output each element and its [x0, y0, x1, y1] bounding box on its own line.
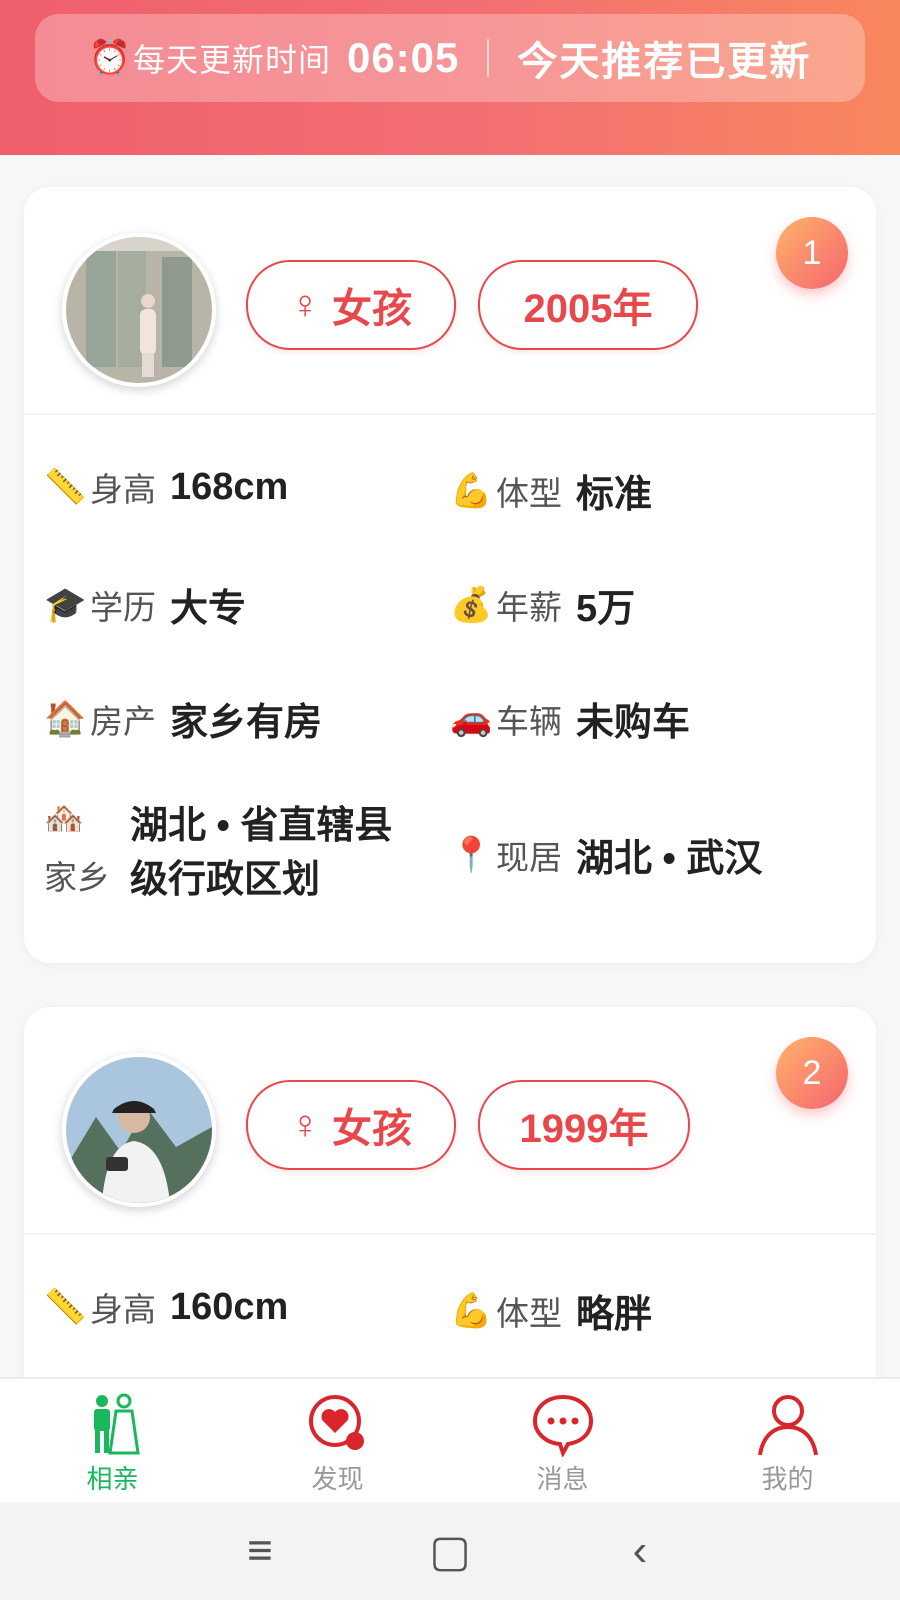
tab-label: 消息: [536, 1464, 589, 1494]
divider: [487, 39, 490, 77]
body-type-field: 💪 体型 标准: [450, 463, 652, 518]
body-type-label: 体型: [496, 474, 562, 512]
body-type-value: 标准: [576, 474, 653, 516]
card-header: ♀ 女孩 1999年 2: [24, 1007, 876, 1235]
birth-year-label: 1999年: [519, 1107, 649, 1151]
hometown-field: 🏘️ 家乡 湖北 • 省直辖县级行政区划: [44, 799, 430, 907]
hometown-label: 家乡: [44, 859, 110, 896]
residence-field: 📍 现居 湖北 • 武汉: [450, 827, 762, 882]
gender-label: 女孩: [332, 1107, 412, 1151]
hometown-key: 🏘️ 家乡: [44, 799, 130, 899]
height-label: 身高: [90, 1291, 156, 1328]
height-label: 身高: [90, 471, 156, 508]
recommendation-feed[interactable]: ♀ 女孩 2005年 1 📏 身高 168cm 💪 体型 标准 🎓 学历 大专 …: [0, 155, 900, 1377]
residence-value: 湖北 • 武汉: [576, 838, 763, 880]
houses-icon: 🏘️: [44, 800, 84, 836]
height-value: 168cm: [170, 465, 289, 508]
height-field: 📏 身高 168cm: [44, 463, 288, 511]
tab-matchmaking[interactable]: 相亲: [0, 1379, 225, 1504]
tab-label: 我的: [761, 1464, 814, 1494]
location-pin-icon: 📍: [450, 835, 493, 874]
height-value: 160cm: [170, 1285, 289, 1328]
avatar-photo: [66, 1057, 212, 1203]
tab-messages[interactable]: 消息: [450, 1379, 675, 1504]
profile-card[interactable]: ♀ 女孩 1999年 2 📏 身高 160cm 💪 体型 略胖: [24, 1007, 876, 1377]
money-bag-icon: 💰: [450, 585, 493, 624]
birth-year-chip: 1999年: [478, 1080, 690, 1170]
gender-chip: ♀ 女孩: [246, 1080, 456, 1170]
education-field: 🎓 学历 大专: [44, 577, 246, 632]
header-band: ⏰ 每天更新时间 06:05 今天推荐已更新: [0, 0, 900, 155]
couple-icon: [93, 1393, 140, 1455]
avatar-photo: [66, 237, 212, 383]
rank-badge: 1: [776, 217, 848, 289]
education-label: 学历: [90, 588, 156, 626]
home-icon[interactable]: ▢: [420, 1526, 480, 1577]
muscle-icon: 💪: [450, 1291, 493, 1330]
female-icon: ♀: [290, 1102, 320, 1147]
gender-label: 女孩: [332, 287, 412, 331]
height-field: 📏 身高 160cm: [44, 1283, 288, 1331]
salary-field: 💰 年薪 5万: [450, 577, 635, 632]
property-field: 🏠 房产 家乡有房: [44, 691, 322, 746]
update-status: 今天推荐已更新: [517, 40, 812, 84]
vehicle-value: 未购车: [576, 702, 691, 744]
card-header: ♀ 女孩 2005年 1: [24, 187, 876, 415]
hometown-value: 湖北 • 省直辖县级行政区划: [130, 805, 393, 901]
tab-label: 发现: [311, 1464, 364, 1494]
salary-label: 年薪: [496, 588, 562, 626]
profile-card[interactable]: ♀ 女孩 2005年 1 📏 身高 168cm 💪 体型 标准 🎓 学历 大专 …: [24, 187, 876, 963]
female-icon: ♀: [290, 282, 320, 327]
body-type-value: 略胖: [576, 1294, 653, 1336]
ruler-icon: 📏: [44, 468, 87, 506]
body-type-label: 体型: [496, 1294, 562, 1332]
back-icon[interactable]: ‹: [610, 1526, 670, 1576]
vehicle-field: 🚗 车辆 未购车: [450, 691, 690, 746]
system-navigation-bar: ≡ ▢ ‹: [0, 1502, 900, 1600]
body-type-field: 💪 体型 略胖: [450, 1283, 652, 1338]
muscle-icon: 💪: [450, 471, 493, 510]
avatar[interactable]: [62, 233, 216, 387]
birth-year-label: 2005年: [523, 287, 653, 331]
tab-discover[interactable]: 发现: [225, 1379, 450, 1504]
salary-value: 5万: [576, 588, 636, 630]
residence-label: 现居: [496, 838, 562, 876]
rank-badge: 2: [776, 1037, 848, 1109]
alarm-clock-icon: ⏰: [88, 39, 131, 77]
update-time-label: 每天更新时间: [132, 42, 331, 78]
tab-profile[interactable]: 我的: [675, 1379, 900, 1504]
bottom-tab-bar: 相亲 发现 消息 我的: [0, 1377, 900, 1504]
heart-search-icon: [308, 1395, 364, 1450]
property-value: 家乡有房: [170, 702, 323, 744]
house-icon: 🏠: [44, 699, 87, 738]
gender-chip: ♀ 女孩: [246, 260, 456, 350]
update-time: 06:05: [346, 34, 460, 81]
vehicle-label: 车辆: [496, 702, 562, 740]
chat-bubble-icon: [532, 1394, 593, 1457]
graduation-cap-icon: 🎓: [44, 585, 87, 624]
ruler-icon: 📏: [44, 1288, 87, 1326]
car-icon: 🚗: [450, 699, 493, 738]
tab-label: 相亲: [86, 1464, 139, 1494]
birth-year-chip: 2005年: [478, 260, 698, 350]
education-value: 大专: [170, 588, 247, 630]
menu-icon[interactable]: ≡: [230, 1526, 290, 1576]
property-label: 房产: [90, 702, 156, 740]
avatar[interactable]: [62, 1053, 216, 1207]
update-notice: ⏰ 每天更新时间 06:05 今天推荐已更新: [35, 14, 865, 102]
person-icon: [757, 1395, 818, 1456]
